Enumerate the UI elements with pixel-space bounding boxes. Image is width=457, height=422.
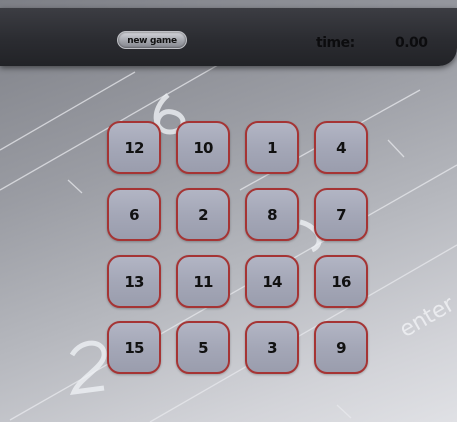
puzzle-tile[interactable]: 1 <box>245 121 299 174</box>
puzzle-tile[interactable]: 9 <box>314 321 368 374</box>
puzzle-tile[interactable]: 5 <box>176 321 230 374</box>
puzzle-tile[interactable]: 8 <box>245 188 299 241</box>
game-stage: enter new game time: 0.00 12 10 1 4 6 2 … <box>0 0 457 422</box>
top-bar: new game time: 0.00 <box>0 8 457 66</box>
puzzle-tile[interactable]: 13 <box>107 255 161 308</box>
puzzle-tile[interactable]: 11 <box>176 255 230 308</box>
puzzle-tile[interactable]: 10 <box>176 121 230 174</box>
bg-numeral-two <box>69 340 107 396</box>
puzzle-tile[interactable]: 2 <box>176 188 230 241</box>
puzzle-board: 12 10 1 4 6 2 8 7 13 11 14 16 15 5 3 9 <box>107 121 371 376</box>
new-game-button[interactable]: new game <box>117 31 187 49</box>
puzzle-tile[interactable]: 14 <box>245 255 299 308</box>
bg-line <box>67 179 83 194</box>
time-value: 0.00 <box>395 35 428 51</box>
time-label: time: <box>316 35 355 51</box>
puzzle-tile[interactable]: 4 <box>314 121 368 174</box>
puzzle-tile[interactable]: 16 <box>314 255 368 308</box>
puzzle-tile[interactable]: 3 <box>245 321 299 374</box>
bg-line <box>387 139 405 158</box>
bg-line <box>336 404 352 419</box>
puzzle-tile[interactable]: 15 <box>107 321 161 374</box>
puzzle-tile[interactable]: 6 <box>107 188 161 241</box>
puzzle-tile[interactable]: 7 <box>314 188 368 241</box>
puzzle-tile[interactable]: 12 <box>107 121 161 174</box>
